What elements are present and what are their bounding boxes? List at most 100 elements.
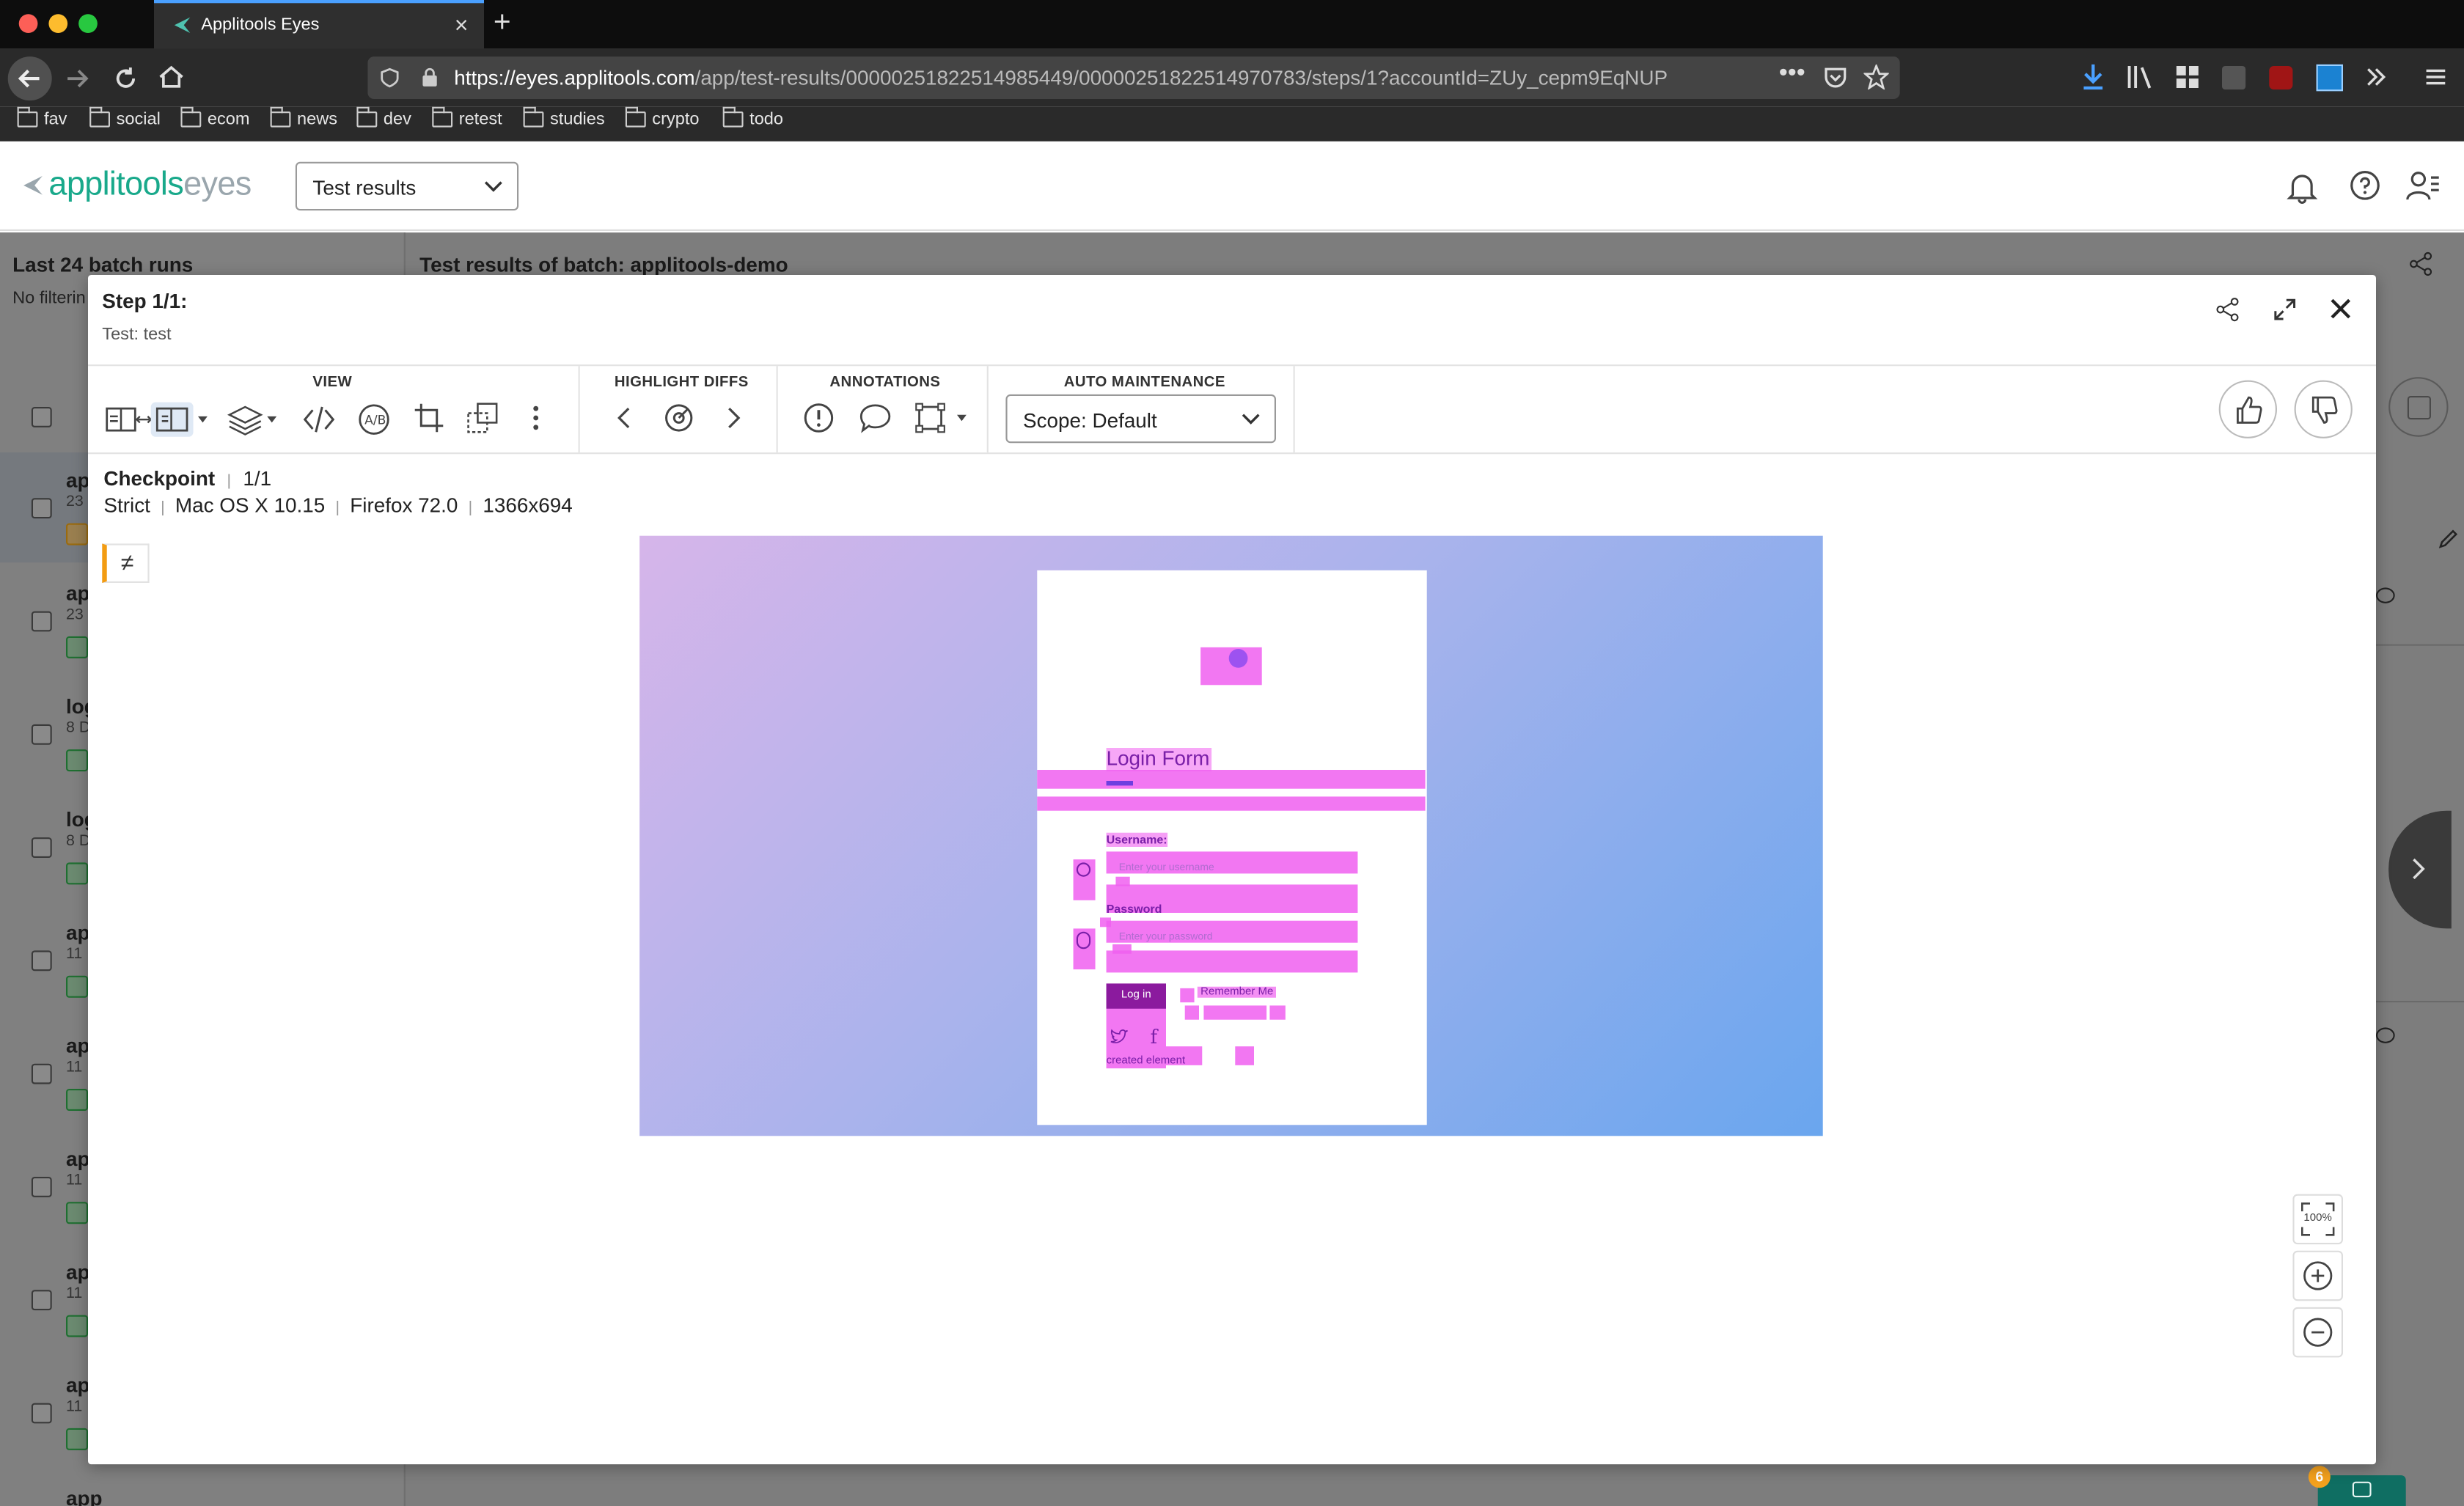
code-view-icon[interactable] — [301, 404, 336, 436]
facebook-icon[interactable]: f — [1151, 1026, 1158, 1048]
page-actions-icon[interactable]: ••• — [1779, 59, 1805, 88]
selenium-extension-icon[interactable] — [2222, 66, 2246, 90]
row-subtitle: 11 — [66, 1172, 83, 1190]
row-divider — [2376, 1001, 2464, 1003]
bookmark-news[interactable]: news — [270, 106, 337, 129]
twitter-icon[interactable] — [1110, 1029, 1129, 1045]
help-icon[interactable] — [2350, 169, 2381, 201]
remember-checkbox[interactable] — [1180, 988, 1195, 1003]
library-icon[interactable] — [2126, 65, 2155, 89]
save-button[interactable] — [2388, 377, 2449, 437]
diff-region-password-underline — [1106, 950, 1358, 973]
status-badge — [66, 1202, 88, 1224]
ab-compare-icon[interactable]: A/B — [356, 403, 391, 437]
bookmark-label: retest — [458, 110, 502, 129]
url-bar[interactable]: https://eyes.applitools.com/app/test-res… — [367, 56, 1900, 99]
bookmark-social[interactable]: social — [89, 106, 161, 129]
minimize-window-button[interactable] — [48, 14, 68, 33]
row-checkbox[interactable] — [31, 1290, 52, 1311]
more-options-icon[interactable] — [529, 404, 542, 433]
diff-region-band — [1037, 770, 1426, 789]
zoom-in-icon — [2303, 1261, 2333, 1290]
select-all-checkbox[interactable] — [31, 407, 52, 427]
comment-icon[interactable] — [2376, 1027, 2395, 1043]
translate-extension-icon[interactable] — [2316, 64, 2343, 92]
comment-icon[interactable] — [2376, 587, 2395, 603]
close-window-button[interactable] — [18, 14, 38, 33]
bookmark-ecom[interactable]: ecom — [180, 106, 250, 129]
zoom-100-button[interactable]: 100% — [2292, 1194, 2343, 1245]
reload-icon[interactable] — [111, 65, 140, 93]
status-badge — [66, 1428, 88, 1450]
row-checkbox[interactable] — [31, 1063, 52, 1084]
row-subtitle: 23 — [66, 493, 84, 511]
download-icon[interactable] — [2080, 63, 2105, 92]
back-button[interactable] — [7, 56, 52, 101]
bookmark-fav[interactable]: fav — [17, 106, 67, 129]
bookmark-todo[interactable]: todo — [722, 106, 783, 129]
share-icon[interactable] — [2215, 297, 2240, 322]
login-button[interactable]: Log in — [1106, 983, 1166, 1009]
expand-icon[interactable] — [2274, 298, 2296, 320]
pocket-icon[interactable] — [1823, 66, 1848, 89]
lock-icon[interactable] — [421, 67, 439, 88]
forward-arrow-icon[interactable] — [63, 65, 92, 93]
fingerprint-icon — [1076, 931, 1091, 949]
view-mode-toggle[interactable] — [102, 400, 215, 438]
previous-diff-icon[interactable] — [613, 405, 635, 430]
row-checkbox[interactable] — [31, 611, 52, 632]
edit-pencil-icon[interactable] — [2438, 528, 2460, 550]
bookmark-star-icon[interactable] — [1863, 64, 1889, 90]
hamburger-menu-icon[interactable] — [2424, 66, 2446, 88]
share-icon[interactable] — [2409, 251, 2434, 276]
bookmark-dev[interactable]: dev — [356, 106, 411, 129]
browser-tab[interactable]: Applitools Eyes × — [154, 0, 484, 49]
bookmark-retest[interactable]: retest — [432, 106, 502, 129]
bookmark-crypto[interactable]: crypto — [625, 106, 700, 129]
os-name: Mac OS X 10.15 — [175, 493, 326, 517]
chat-button[interactable] — [2317, 1475, 2406, 1506]
ublock-icon[interactable] — [2269, 66, 2293, 90]
report-issue-icon[interactable] — [803, 403, 835, 434]
unresolved-diff-indicator[interactable]: ≠ — [102, 543, 150, 583]
close-tab-icon[interactable]: × — [455, 12, 469, 39]
zoom-out-button[interactable] — [2292, 1307, 2343, 1358]
bookmark-label: dev — [383, 110, 411, 129]
applitools-logo[interactable]: applitools eyes — [22, 166, 252, 204]
layers-icon[interactable] — [227, 403, 283, 437]
bookmark-studies[interactable]: studies — [523, 106, 605, 129]
scope-select[interactable]: Scope: Default — [1005, 394, 1276, 444]
row-checkbox[interactable] — [31, 837, 52, 858]
crop-icon[interactable] — [414, 403, 445, 434]
new-tab-icon[interactable]: + — [494, 7, 511, 41]
overflow-chevrons-icon[interactable] — [2365, 66, 2387, 88]
shield-icon[interactable] — [381, 67, 400, 88]
highlight-diffs-icon[interactable] — [663, 403, 694, 434]
thumbs-up-button[interactable] — [2218, 380, 2277, 438]
add-remark-icon[interactable] — [858, 403, 892, 434]
batch-list-title: Last 24 batch runs — [12, 253, 194, 277]
close-modal-icon[interactable] — [2331, 298, 2351, 319]
section-select[interactable]: Test results — [295, 161, 519, 211]
row-checkbox[interactable] — [31, 950, 52, 971]
thumbs-up-icon — [2235, 395, 2262, 423]
maximize-window-button[interactable] — [78, 14, 98, 33]
region-tool-icon[interactable] — [913, 400, 976, 435]
row-checkbox[interactable] — [31, 1403, 52, 1424]
folder-icon — [17, 106, 38, 128]
bookmark-label: crypto — [652, 110, 700, 129]
notifications-bell-icon[interactable] — [2285, 169, 2320, 205]
compare-overlay-icon[interactable] — [466, 403, 498, 434]
thumbs-down-button[interactable] — [2294, 380, 2353, 438]
row-checkbox[interactable] — [31, 724, 52, 745]
home-icon[interactable] — [157, 63, 186, 92]
row-checkbox[interactable] — [31, 498, 52, 519]
zoom-in-button[interactable] — [2292, 1250, 2343, 1301]
next-diff-icon[interactable] — [723, 405, 745, 430]
row-checkbox[interactable] — [31, 1177, 52, 1197]
username-input[interactable]: Enter your username — [1119, 862, 1214, 873]
extensions-grid-icon[interactable] — [2175, 65, 2200, 89]
user-settings-icon[interactable] — [2406, 168, 2441, 202]
password-input[interactable]: Enter your password — [1119, 932, 1213, 943]
toolbar-divider — [578, 366, 580, 453]
